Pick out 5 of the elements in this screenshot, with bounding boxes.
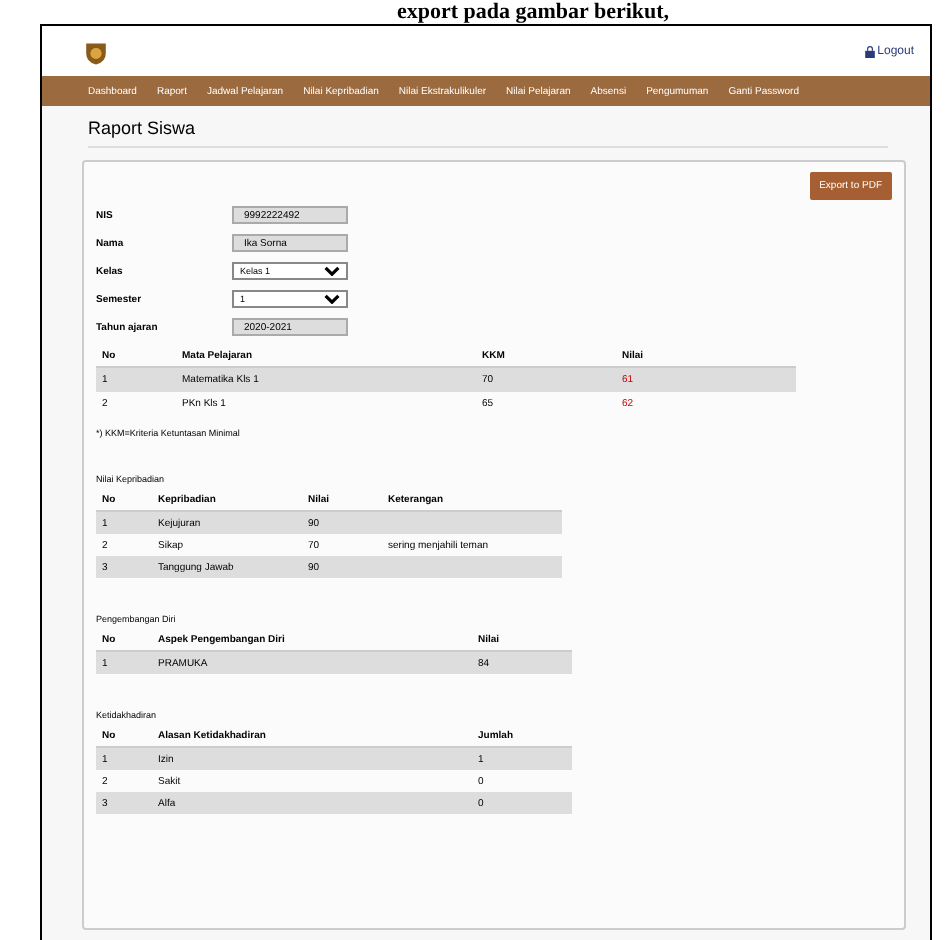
chevron-icon bbox=[324, 266, 340, 276]
page-title: Raport Siswa bbox=[88, 118, 888, 148]
chevron-icon bbox=[324, 294, 340, 304]
lock-icon bbox=[863, 45, 876, 57]
document-caption: export pada gambar berikut, bbox=[394, 0, 672, 24]
